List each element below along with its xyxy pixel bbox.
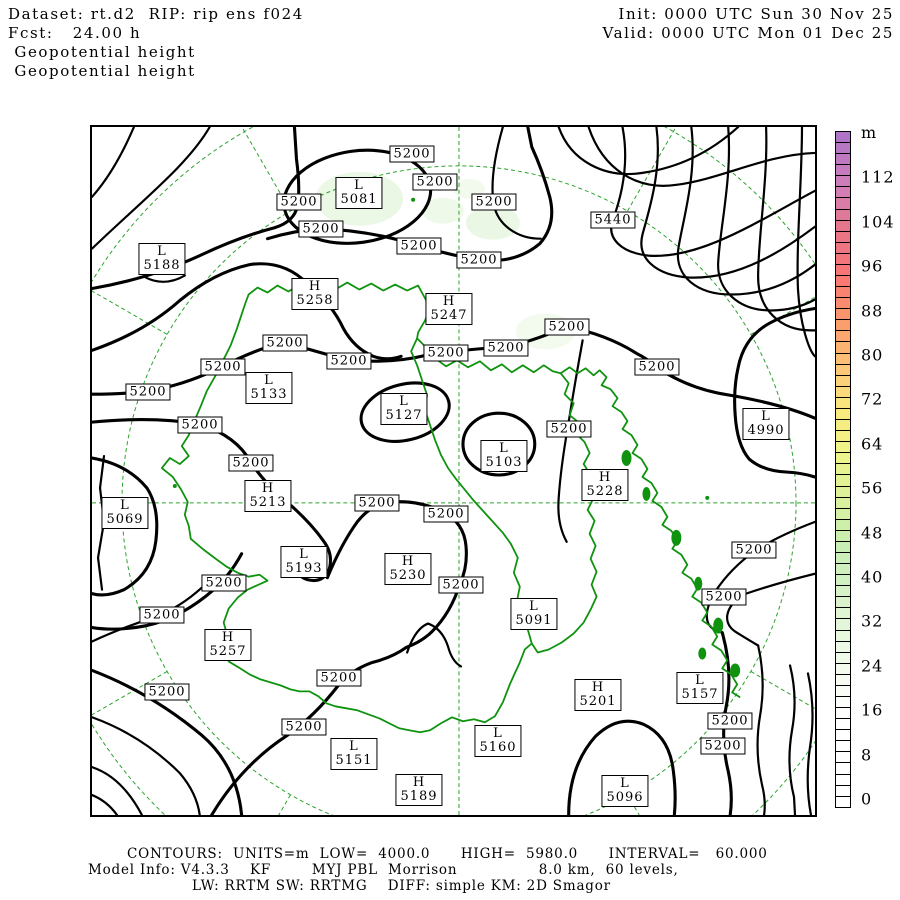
center-value: 5081 (340, 192, 378, 207)
contour-label: 5200 (262, 334, 308, 352)
contour-label: 5200 (471, 193, 517, 211)
contour-label: 5200 (396, 237, 442, 255)
colorbar-cell (835, 795, 851, 808)
center-value: 5247 (430, 308, 468, 323)
low-center-marker: L 5081 (335, 177, 383, 209)
footer-line-1: CONTOURS: UNITS=m LOW= 4000.0 HIGH= 5980… (127, 846, 768, 862)
colorbar-tick-label: 88 (861, 301, 884, 321)
center-value: 5160 (479, 740, 517, 755)
center-value: 4990 (747, 423, 785, 438)
colorbar-tick-label: 40 (861, 567, 884, 587)
low-center-marker: L 5069 (101, 497, 149, 529)
contour-label: 5200 (354, 494, 400, 512)
contour-label: 5200 (177, 416, 223, 434)
contour-label: 5200 (731, 541, 777, 559)
center-value: 5151 (335, 753, 373, 768)
high-center-marker: H 5213 (244, 480, 292, 512)
contour-label: 5200 (316, 669, 362, 687)
contour-label: 5200 (456, 251, 502, 269)
contour-label: 5200 (634, 358, 680, 376)
contour-label: 5200 (139, 606, 185, 624)
contour-label: 5200 (389, 145, 435, 163)
colorbar-tick-label: 64 (861, 434, 884, 454)
low-center-marker: L 5133 (245, 372, 293, 404)
map-label-layer: 5200 5200 5200 5200 5200 5200 5200 5440 5200 5200… (92, 127, 815, 815)
center-value: 5258 (296, 293, 334, 308)
rip-model-plot: { "header": { "left": ["Dataset: rt.d2 R… (0, 0, 900, 900)
colorbar-tick-label: 48 (861, 523, 884, 543)
contour-label: 5200 (200, 358, 246, 376)
center-value: 5091 (515, 613, 553, 628)
footer-line-2: Model Info: V4.3.3 KF MYJ PBL Morrison 8… (88, 862, 679, 878)
contour-label: 5200 (298, 220, 344, 238)
contour-label: 5200 (483, 339, 529, 357)
header-time-info: Init: 0000 UTC Sun 30 Nov 25 Valid: 0000… (602, 5, 894, 42)
footer-line-3: LW: RRTM SW: RRTMG DIFF: simple KM: 2D S… (192, 878, 611, 894)
contour-label: 5200 (707, 712, 753, 730)
contour-label: 5200 (701, 588, 747, 606)
contour-label: 5200 (281, 718, 327, 736)
colorbar-tick-label: 112 (861, 167, 895, 187)
colorbar-tick-label: 72 (861, 389, 884, 409)
contour-label: 5200 (700, 737, 746, 755)
contour-label: 5200 (438, 576, 484, 594)
contour-label: 5200 (125, 383, 171, 401)
center-value: 5103 (485, 455, 523, 470)
high-center-marker: H 5228 (581, 469, 629, 501)
colorbar-tick-label: 80 (861, 345, 884, 365)
center-value: 5188 (143, 258, 181, 273)
center-value: 5193 (285, 561, 323, 576)
center-value: 5127 (385, 408, 423, 423)
colorbar-tick-label: 104 (861, 212, 895, 232)
contour-label: 5200 (228, 454, 274, 472)
colorbar-tick-label: 24 (861, 656, 884, 676)
high-center-marker: H 5247 (425, 293, 473, 325)
contour-label: 5200 (423, 505, 469, 523)
low-center-marker: L 5091 (510, 598, 558, 630)
colorbar-tick-label: 8 (861, 745, 873, 765)
contour-label: 5200 (276, 193, 322, 211)
center-value: 5069 (106, 512, 144, 527)
center-value: 5228 (586, 484, 624, 499)
contour-label: 5200 (546, 420, 592, 438)
colorbar-tick-label: 96 (861, 256, 884, 276)
contour-label: 5200 (423, 344, 469, 362)
contour-label: 5440 (590, 211, 636, 229)
low-center-marker: L 5103 (480, 440, 528, 472)
contour-label: 5200 (544, 318, 590, 336)
high-center-marker: H 5189 (395, 774, 443, 806)
center-value: 5201 (579, 694, 617, 709)
center-value: 5257 (209, 644, 247, 659)
center-value: 5096 (606, 790, 644, 805)
colorbar-tick-label: 32 (861, 611, 884, 631)
center-value: 5213 (249, 495, 287, 510)
contour-label: 5200 (144, 683, 190, 701)
colorbar-tick-label: 16 (861, 700, 884, 720)
colorbar (835, 131, 851, 808)
low-center-marker: L 5157 (676, 672, 724, 704)
center-value: 5189 (400, 789, 438, 804)
colorbar-unit-label: m (861, 123, 878, 142)
low-center-marker: L 5096 (601, 775, 649, 807)
contour-label: 5200 (412, 173, 458, 191)
high-center-marker: H 5258 (291, 278, 339, 310)
header-dataset-info: Dataset: rt.d2 RIP: rip ens f024 Fcst: 2… (8, 5, 304, 80)
low-center-marker: L 5193 (280, 546, 328, 578)
low-center-marker: L 5188 (138, 243, 186, 275)
high-center-marker: H 5257 (204, 629, 252, 661)
contour-label: 5200 (201, 574, 247, 592)
colorbar-tick-label: 0 (861, 789, 873, 809)
colorbar-tick-label: 56 (861, 478, 884, 498)
low-center-marker: L 5127 (380, 393, 428, 425)
map-panel: 5200 5200 5200 5200 5200 5200 5200 5440 5200 5200… (90, 125, 817, 817)
center-value: 5157 (681, 687, 719, 702)
low-center-marker: L 5160 (474, 725, 522, 757)
center-value: 5133 (250, 387, 288, 402)
center-value: 5230 (389, 568, 427, 583)
high-center-marker: H 5201 (574, 679, 622, 711)
contour-label: 5200 (326, 352, 372, 370)
low-center-marker: L 5151 (330, 738, 378, 770)
low-center-marker: L 4990 (742, 408, 790, 440)
high-center-marker: H 5230 (384, 553, 432, 585)
